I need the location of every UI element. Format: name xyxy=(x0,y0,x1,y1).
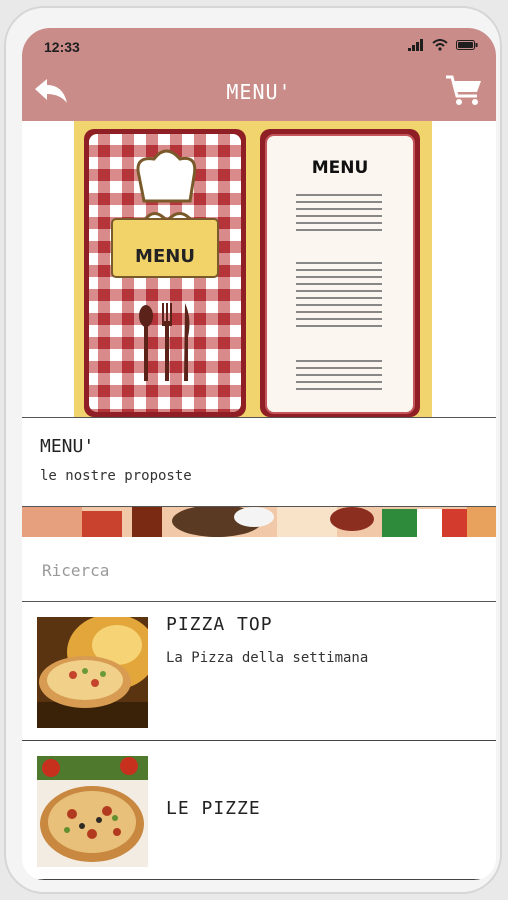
search-bar xyxy=(22,537,496,602)
page-title: MENU' xyxy=(226,80,292,104)
list-item-pizza-top[interactable]: PIZZA TOP La Pizza della settimana xyxy=(22,602,496,741)
item-title: PIZZA TOP xyxy=(166,614,273,635)
item-subtitle: La Pizza della settimana xyxy=(166,650,369,666)
le-pizze-thumbnail xyxy=(37,756,148,867)
item-title: LE PIZZE xyxy=(166,798,261,819)
status-time: 12:33 xyxy=(44,39,80,55)
signal-icon xyxy=(408,39,423,51)
menu-illustration: MENU MENU xyxy=(74,121,432,417)
section-header: MENU' le nostre proposte xyxy=(22,417,496,507)
device-frame: 12:33 MENU' MENU MENU MENU' le nostre pr… xyxy=(4,6,502,894)
cart-icon[interactable] xyxy=(444,72,484,108)
hero-image: MENU MENU xyxy=(22,121,496,417)
battery-icon xyxy=(456,40,478,50)
wifi-icon xyxy=(432,39,448,51)
pizza-banner-image xyxy=(22,507,496,537)
list-item-le-pizze[interactable]: LE PIZZE xyxy=(22,741,496,880)
nav-bar: MENU' xyxy=(22,64,496,122)
menu-card-text: MENU xyxy=(135,246,195,267)
pizza-top-thumbnail xyxy=(37,617,148,728)
section-title: MENU' xyxy=(40,436,95,457)
app-screen: 12:33 MENU' MENU MENU MENU' le nostre pr… xyxy=(22,28,496,880)
search-input[interactable] xyxy=(40,555,464,585)
status-bar: 12:33 xyxy=(22,28,496,64)
section-subtitle: le nostre proposte xyxy=(40,468,192,484)
menu-board-title: MENU xyxy=(312,158,369,178)
